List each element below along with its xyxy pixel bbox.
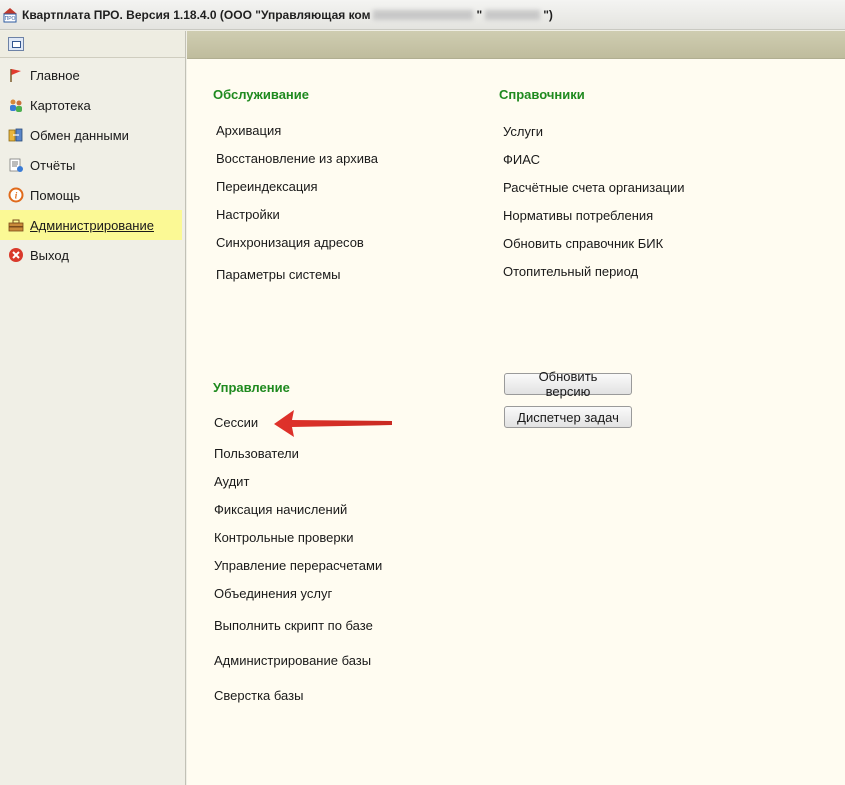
redacted-text [373, 10, 474, 21]
sidebar-item-cards[interactable]: Картотека [0, 90, 182, 120]
main-content: Обслуживание Архивация Восстановление из… [187, 59, 845, 785]
sidebar-item-help[interactable]: i Помощь [0, 180, 182, 210]
window-title: Квартплата ПРО. Версия 1.18.4.0 (ООО "Уп… [22, 7, 553, 22]
link-heating-period[interactable]: Отопительный период [503, 264, 638, 279]
link-settings[interactable]: Настройки [216, 207, 280, 222]
link-sync-addresses[interactable]: Синхронизация адресов [216, 235, 364, 250]
link-archive[interactable]: Архивация [216, 123, 281, 138]
sidebar-toolbar [0, 31, 185, 58]
link-recalc-management[interactable]: Управление перерасчетами [214, 558, 382, 573]
report-icon [8, 157, 24, 173]
panel-toggle-icon[interactable] [8, 37, 24, 51]
update-version-button[interactable]: Обновить версию [504, 369, 632, 399]
link-control-checks[interactable]: Контрольные проверки [214, 530, 354, 545]
data-exchange-icon [8, 127, 24, 143]
sidebar-item-label: Выход [30, 247, 69, 263]
link-fias[interactable]: ФИАС [503, 152, 540, 167]
content-header [187, 31, 845, 59]
sidebar-item-administration[interactable]: Администрирование [0, 210, 182, 240]
link-db-compact[interactable]: Сверстка базы [214, 688, 303, 703]
close-icon [8, 247, 24, 263]
svg-text:ПРО: ПРО [5, 16, 16, 22]
toolbox-icon [8, 217, 24, 233]
section-title-service: Обслуживание [213, 87, 310, 102]
sidebar-item-label: Главное [30, 67, 80, 83]
section-title-references: Справочники [499, 87, 585, 102]
link-bank-accounts[interactable]: Расчётные счета организации [503, 180, 684, 195]
link-sessions[interactable]: Сессии [214, 415, 258, 430]
link-audit[interactable]: Аудит [214, 474, 249, 489]
task-manager-button[interactable]: Диспетчер задач [504, 406, 632, 428]
sidebar-item-reports[interactable]: Отчёты [0, 150, 182, 180]
section-title-management: Управление [213, 380, 290, 395]
flag-icon [8, 67, 24, 83]
link-merge-services[interactable]: Объединения услуг [214, 586, 332, 601]
sidebar-item-label: Обмен данными [30, 127, 129, 143]
link-restore-archive[interactable]: Восстановление из архива [216, 151, 378, 166]
link-run-script[interactable]: Выполнить скрипт по базе [214, 618, 373, 633]
annotation-arrow [274, 410, 392, 437]
app-logo-icon: ПРО [2, 7, 18, 23]
link-services[interactable]: Услуги [503, 124, 543, 139]
sidebar-item-data-exchange[interactable]: Обмен данными [0, 120, 182, 150]
sidebar-item-exit[interactable]: Выход [0, 240, 182, 270]
help-icon: i [8, 187, 24, 203]
sidebar: Главное Картотека Обмен данными Отчёты i… [0, 31, 186, 785]
sidebar-item-label: Отчёты [30, 157, 76, 173]
sidebar-item-main[interactable]: Главное [0, 60, 182, 90]
redacted-text [485, 10, 541, 21]
link-users[interactable]: Пользователи [214, 446, 299, 461]
link-system-params[interactable]: Параметры системы [216, 267, 341, 282]
title-bar: ПРО Квартплата ПРО. Версия 1.18.4.0 (ООО… [0, 0, 845, 30]
link-consumption-norms[interactable]: Нормативы потребления [503, 208, 653, 223]
sidebar-item-label: Помощь [30, 187, 81, 203]
link-fix-charges[interactable]: Фиксация начислений [214, 502, 347, 517]
people-icon [8, 97, 24, 113]
link-update-bik[interactable]: Обновить справочник БИК [503, 236, 663, 251]
sidebar-item-label: Администрирование [30, 217, 154, 233]
link-reindex[interactable]: Переиндексация [216, 179, 318, 194]
link-db-administration[interactable]: Администрирование базы [214, 653, 371, 668]
sidebar-item-label: Картотека [30, 97, 91, 113]
